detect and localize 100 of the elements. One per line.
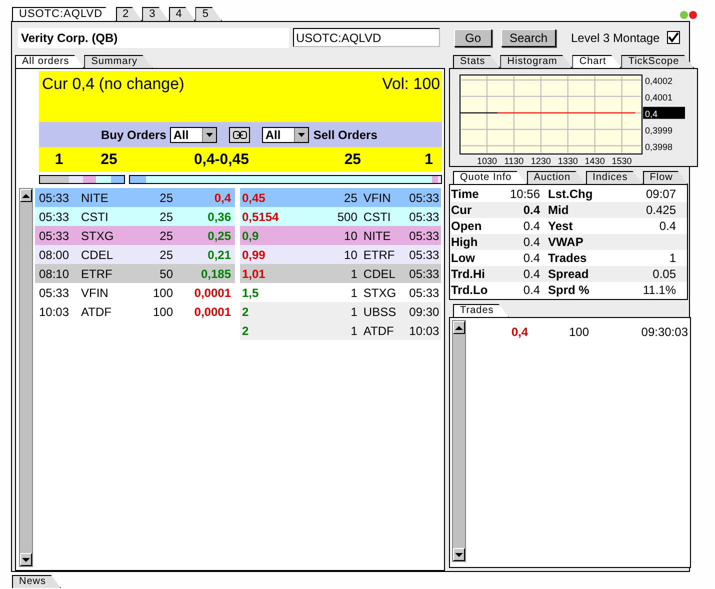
table-cell-text: 10 <box>343 248 358 262</box>
scroll-up-button[interactable] <box>20 189 32 202</box>
order-row[interactable]: 05:33 STXG 25 0,25 <box>35 226 235 245</box>
table-cell-text: 1,5 <box>241 286 260 300</box>
table-cell-text: 1 <box>350 304 358 318</box>
table-cell-text: 0,0001 <box>193 286 231 300</box>
up-arrow-icon <box>455 326 463 330</box>
field-label: Lst.Chg <box>547 187 594 201</box>
tab[interactable]: Quote Info <box>453 171 527 184</box>
tab[interactable]: Summary <box>84 55 153 68</box>
table-cell-text: 1 <box>350 266 358 280</box>
order-row[interactable]: 05:33 CSTI 25 0,36 <box>35 207 235 226</box>
field-label: VWAP <box>547 235 584 249</box>
table-cell-text: 05:33 <box>38 286 70 300</box>
order-row[interactable]: 2 1 UBSS 09:30 <box>240 302 441 321</box>
order-row[interactable]: 0,9 10 NITE 05:33 <box>240 226 441 245</box>
bid-size: 25 <box>100 151 118 168</box>
table-cell-text: NITE <box>362 228 392 242</box>
tab[interactable]: Indices <box>586 171 643 184</box>
order-row[interactable]: 08:00 CDEL 25 0,21 <box>35 245 235 264</box>
sell-filter-dropdown[interactable]: All <box>262 126 310 142</box>
table-cell-text: 1,01 <box>241 266 266 280</box>
table-cell-text: 08:00 <box>38 248 70 262</box>
buy-filter-dropdown[interactable]: All <box>170 126 218 142</box>
tab[interactable]: 4 <box>168 7 196 21</box>
tab[interactable]: 3 <box>142 7 169 21</box>
tab[interactable]: Histogram <box>500 55 572 68</box>
sell-orders-label: Sell Orders <box>313 128 378 142</box>
field-label: Cur <box>451 203 473 217</box>
tab[interactable]: TickScope <box>621 55 694 68</box>
tab[interactable]: 2 <box>116 7 142 21</box>
tab[interactable]: USOTC:AQLVD <box>12 7 116 21</box>
field-value: 11.1% <box>642 283 676 297</box>
scrollbar[interactable] <box>19 188 33 567</box>
table-cell-text: 0,185 <box>200 266 231 280</box>
order-row[interactable]: 08:10 ETRF 50 0,185 <box>35 264 235 283</box>
axis-label: 1230 <box>530 156 551 165</box>
axis-label: 0,3999 <box>645 125 673 136</box>
tab[interactable]: Auction <box>526 171 586 184</box>
table-cell-text: 50 <box>158 266 173 280</box>
table-cell-text: 10 <box>343 228 358 242</box>
field-label: Open <box>451 219 483 233</box>
field-label: Spread <box>547 267 590 281</box>
field-value: 0.4 <box>522 267 540 281</box>
scroll-down-button[interactable] <box>20 553 32 566</box>
table-cell-text: 1 <box>350 286 358 300</box>
table-cell-text: 25 <box>158 190 173 204</box>
chain-link-icon <box>232 130 247 138</box>
scrollbar[interactable] <box>452 320 466 562</box>
table-cell-text: CSTI <box>362 210 392 224</box>
tab[interactable]: 5 <box>195 7 222 21</box>
scroll-up-button[interactable] <box>453 321 465 334</box>
field-value: 0.4 <box>522 283 540 297</box>
table-cell-text: ATDF <box>362 324 395 338</box>
tab[interactable]: Stats <box>453 55 500 68</box>
spread-value: 0,4-0,45 <box>192 151 249 168</box>
table-cell-text: 0,5154 <box>241 210 280 224</box>
field-label: Trd.Hi <box>451 267 486 281</box>
order-row[interactable]: 0,99 10 ETRF 05:33 <box>240 245 441 264</box>
scroll-down-button[interactable] <box>453 548 465 561</box>
search-button[interactable]: Search <box>501 28 556 46</box>
table-cell-text: VFIN <box>80 286 110 300</box>
order-row[interactable]: 2 1 ATDF 10:03 <box>240 321 441 340</box>
field-label: High <box>451 235 479 249</box>
field-value: 0.425 <box>644 203 676 217</box>
order-row[interactable]: 05:33 NITE 25 0,4 <box>35 188 235 207</box>
axis-label: 0,3998 <box>645 142 673 152</box>
field-label: Trades <box>547 251 588 265</box>
table-cell-text: 2 <box>241 304 250 318</box>
table-cell-text: CDEL <box>362 266 396 280</box>
tab[interactable]: News <box>12 575 62 588</box>
tab[interactable]: All orders <box>15 55 84 68</box>
table-cell-text: 0,9 <box>241 228 260 242</box>
order-row[interactable]: 0,5154 500 CSTI 05:33 <box>240 207 441 226</box>
table-cell-text: NITE <box>80 190 110 204</box>
trade-time: 09:30:03 <box>640 325 688 339</box>
montage-checkbox[interactable] <box>666 31 680 44</box>
order-row[interactable]: 1,01 1 CDEL 05:33 <box>240 264 441 283</box>
close-light-icon[interactable] <box>689 11 697 19</box>
table-cell-text: 05:33 <box>409 248 440 262</box>
table-cell-text: 05:33 <box>38 190 70 204</box>
axis-label: 0,4001 <box>645 92 673 102</box>
table-cell-text: 25 <box>158 210 173 224</box>
tab[interactable]: Trades <box>453 304 509 317</box>
trade-size: 100 <box>568 325 589 339</box>
symbol-field[interactable]: USOTC:AQLVD <box>293 28 440 47</box>
field-value: 09:07 <box>644 187 676 201</box>
table-cell-text: 0,0001 <box>193 304 231 318</box>
trade-price: 0,4 <box>510 325 528 339</box>
go-button[interactable]: Go <box>454 28 492 46</box>
volume-label: Vol: 100 <box>382 76 440 94</box>
field-value: 0.4 <box>658 219 676 233</box>
order-row[interactable]: 0,45 25 VFIN 05:33 <box>240 188 441 207</box>
table-cell-text: CSTI <box>80 210 110 224</box>
status-light-icon <box>680 11 688 19</box>
field-value: 0.4 <box>522 251 540 265</box>
tab[interactable]: Flow <box>642 171 688 184</box>
up-arrow-icon <box>22 194 30 198</box>
tab[interactable]: Chart <box>572 55 622 68</box>
link-button[interactable] <box>229 126 250 142</box>
